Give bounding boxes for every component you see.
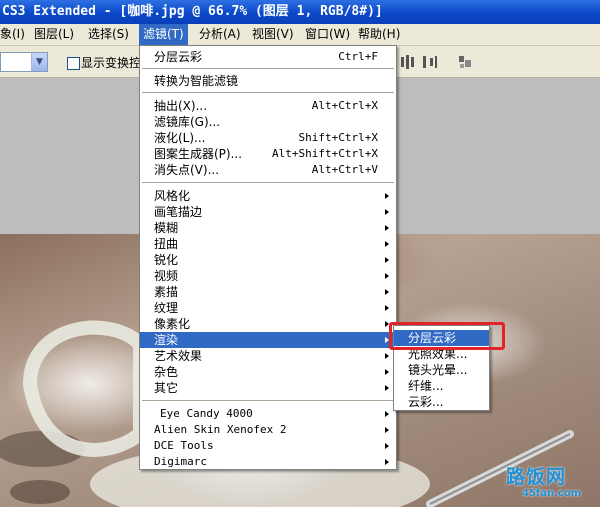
menu-item-label: 分层云彩 [154,50,203,64]
submenu-arrow-icon [385,385,389,391]
menu-item-lens-flare[interactable]: 镜头光晕... [394,362,489,378]
menu-item-fibers[interactable]: 纤维... [394,378,489,394]
menu-item-sketch[interactable]: 素描 [140,284,396,300]
shortcut-label: Ctrl+F [338,50,378,63]
window-title-bar[interactable]: CS3 Extended - [咖啡.jpg @ 66.7% (图层 1, RG… [0,0,600,24]
menu-item-blur[interactable]: 模糊 [140,220,396,236]
show-transform-controls-label: 显示变换控 [81,56,142,70]
menu-item-label: 消失点(V)... [154,163,220,177]
submenu-arrow-icon [385,209,389,215]
menu-window[interactable]: 窗口(W) [301,24,354,45]
submenu-arrow-icon [385,273,389,279]
menu-item-label: DCE Tools [154,439,214,452]
submenu-arrow-icon [385,411,389,417]
menu-item-eye-candy[interactable]: Eye Candy 4000 [140,406,396,422]
menu-item-label: 视频 [154,269,179,283]
submenu-arrow-icon [385,193,389,199]
submenu-arrow-icon [385,353,389,359]
watermark-url: 45fan.com [522,488,582,499]
show-transform-controls-checkbox[interactable] [67,57,80,70]
menu-item-label: 锐化 [154,253,179,267]
menu-item-label: 素描 [154,285,179,299]
shortcut-label: Shift+Ctrl+X [298,131,378,144]
menu-item-label: 模糊 [154,221,179,235]
align-icon[interactable] [398,52,418,72]
menu-layer[interactable]: 图层(L) [30,24,78,45]
menu-item-artistic[interactable]: 艺术效果 [140,348,396,364]
submenu-arrow-icon [385,225,389,231]
menu-item-label: 风格化 [154,189,191,203]
submenu-arrow-icon [385,443,389,449]
filter-menu: 分层云彩 Ctrl+F 转换为智能滤镜 抽出(X)... Alt+Ctrl+X … [139,45,397,470]
menu-item-label: Eye Candy 4000 [160,407,253,420]
menu-separator [142,182,394,183]
menu-separator [142,400,394,401]
menu-separator [142,68,394,69]
menu-item-pixelate[interactable]: 像素化 [140,316,396,332]
shortcut-label: Alt+Ctrl+V [311,163,378,176]
menu-image[interactable]: 象(I) [0,24,29,45]
shortcut-label: Alt+Ctrl+X [311,99,378,112]
menu-item-label: 艺术效果 [154,349,203,363]
menu-item-liquify[interactable]: 液化(L)... Shift+Ctrl+X [140,130,396,146]
menu-item-label: 抽出(X)... [154,99,208,113]
menu-item-video[interactable]: 视频 [140,268,396,284]
menu-item-brush-strokes[interactable]: 画笔描边 [140,204,396,220]
menu-item-distort[interactable]: 扭曲 [140,236,396,252]
menu-analysis[interactable]: 分析(A) [195,24,245,45]
menu-item-dce-tools[interactable]: DCE Tools [140,438,396,454]
menu-item-filter-gallery[interactable]: 滤镜库(G)... [140,114,396,130]
tool-preset-dropdown[interactable]: ▼ [0,52,48,72]
submenu-arrow-icon [385,257,389,263]
menu-item-label: 像素化 [154,317,191,331]
menu-item-label: 画笔描边 [154,205,203,219]
menu-item-label: 扭曲 [154,237,179,251]
menu-item-label: 转换为智能滤镜 [154,74,239,88]
watermark-logo: 路饭网 45fan.com [492,462,598,504]
menu-item-label: 其它 [154,381,179,395]
menu-item-texture[interactable]: 纹理 [140,300,396,316]
menu-filter[interactable]: 滤镜(T) [139,24,188,45]
submenu-arrow-icon [385,369,389,375]
menu-select[interactable]: 选择(S) [84,24,133,45]
menu-item-label: 渲染 [154,333,179,347]
menu-item-pattern-maker[interactable]: 图案生成器(P)... Alt+Shift+Ctrl+X [140,146,396,162]
watermark-title: 路饭网 [506,466,567,488]
menu-item-vanishing-point[interactable]: 消失点(V)... Alt+Ctrl+V [140,162,396,178]
menu-item-other[interactable]: 其它 [140,380,396,396]
menu-item-label: 液化(L)... [154,131,206,145]
submenu-arrow-icon [385,289,389,295]
menu-item-convert-smart-filter[interactable]: 转换为智能滤镜 [140,73,396,89]
menu-bar: 象(I) 图层(L) 选择(S) 滤镜(T) 分析(A) 视图(V) 窗口(W)… [0,24,600,46]
auto-align-icon[interactable] [456,52,476,72]
submenu-arrow-icon [385,427,389,433]
submenu-arrow-icon [385,241,389,247]
menu-item-label: 杂色 [154,365,179,379]
menu-item-clouds[interactable]: 云彩... [394,394,489,410]
menu-item-stylize[interactable]: 风格化 [140,188,396,204]
menu-item-last-filter[interactable]: 分层云彩 Ctrl+F [140,49,396,65]
distribute-icon[interactable] [420,52,440,72]
submenu-arrow-icon [385,305,389,311]
submenu-arrow-icon [385,459,389,465]
menu-item-label: 滤镜库(G)... [154,115,221,129]
menu-item-label: Alien Skin Xenofex 2 [154,423,287,436]
menu-item-label: 图案生成器(P)... [154,147,243,161]
menu-item-noise[interactable]: 杂色 [140,364,396,380]
shortcut-label: Alt+Shift+Ctrl+X [272,147,378,160]
chevron-down-icon[interactable]: ▼ [31,53,47,71]
menu-separator [142,92,394,93]
menu-item-digimarc[interactable]: Digimarc [140,454,396,470]
menu-item-sharpen[interactable]: 锐化 [140,252,396,268]
menu-item-extract[interactable]: 抽出(X)... Alt+Ctrl+X [140,98,396,114]
menu-item-render[interactable]: 渲染 [140,332,396,348]
menu-item-label: Digimarc [154,455,207,468]
menu-item-label: 纹理 [154,301,179,315]
window-title: CS3 Extended - [咖啡.jpg @ 66.7% (图层 1, RG… [2,4,383,19]
menu-view[interactable]: 视图(V) [248,24,298,45]
menu-item-xenofex[interactable]: Alien Skin Xenofex 2 [140,422,396,438]
annotation-highlight-box [389,322,505,350]
menu-help[interactable]: 帮助(H) [354,24,404,45]
